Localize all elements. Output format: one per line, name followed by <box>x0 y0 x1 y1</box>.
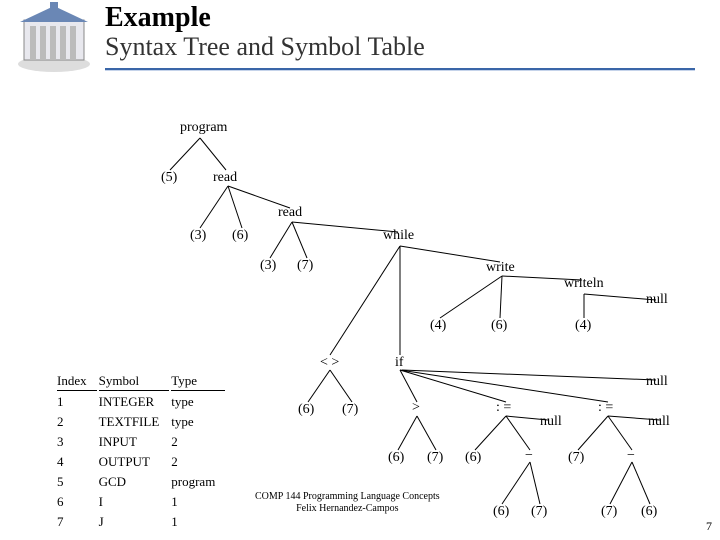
unc-well-logo <box>10 2 98 74</box>
col-type: Type <box>171 372 225 391</box>
node-6g: (6) <box>641 504 657 520</box>
node-4b: (4) <box>575 318 591 334</box>
node-3b: (3) <box>260 258 276 274</box>
node-assign1: : = <box>496 400 511 416</box>
node-gt: > <box>412 400 420 416</box>
node-7d: (7) <box>568 450 584 466</box>
node-6e: (6) <box>465 450 481 466</box>
table-row: 7J1 <box>57 513 225 531</box>
node-5: (5) <box>161 170 177 186</box>
table-row: 2TEXTFILEtype <box>57 413 225 431</box>
node-7c: (7) <box>427 450 443 466</box>
col-index: Index <box>57 372 97 391</box>
node-null1: null <box>646 292 668 308</box>
table-row: 6I1 <box>57 493 225 511</box>
node-3a: (3) <box>190 228 206 244</box>
node-writeln: writeln <box>564 276 604 292</box>
node-4a: (4) <box>430 318 446 334</box>
slide-subtitle: Syntax Tree and Symbol Table <box>105 32 425 62</box>
symbol-table: Index Symbol Type 1INTEGERtype 2TEXTFILE… <box>55 370 227 533</box>
node-6c: (6) <box>298 402 314 418</box>
col-symbol: Symbol <box>99 372 170 391</box>
node-write: write <box>486 260 515 276</box>
node-neq: < > <box>320 355 339 371</box>
page-number: 7 <box>706 519 712 534</box>
node-7b: (7) <box>342 402 358 418</box>
slide-title: Example <box>105 2 211 34</box>
node-null4: null <box>648 414 670 430</box>
node-7a: (7) <box>297 258 313 274</box>
node-minus2: − <box>627 448 635 464</box>
node-while: while <box>383 228 414 244</box>
table-row: 5GCDprogram <box>57 473 225 491</box>
node-minus1: − <box>525 448 533 464</box>
node-read1: read <box>213 170 237 186</box>
table-row: 3INPUT2 <box>57 433 225 451</box>
table-header-row: Index Symbol Type <box>57 372 225 391</box>
node-7e: (7) <box>531 504 547 520</box>
node-6b: (6) <box>491 318 507 334</box>
node-6a: (6) <box>232 228 248 244</box>
node-null2: null <box>646 374 668 390</box>
node-null3: null <box>540 414 562 430</box>
table-row: 4OUTPUT2 <box>57 453 225 471</box>
node-if: if <box>395 355 404 371</box>
node-program: program <box>180 120 227 136</box>
node-assign2: : = <box>598 400 613 416</box>
node-7f: (7) <box>601 504 617 520</box>
slide-footer: COMP 144 Programming Language Concepts F… <box>255 491 440 515</box>
title-underline <box>105 68 695 70</box>
table-row: 1INTEGERtype <box>57 393 225 411</box>
node-read2: read <box>278 205 302 221</box>
node-6f: (6) <box>493 504 509 520</box>
node-6d: (6) <box>388 450 404 466</box>
